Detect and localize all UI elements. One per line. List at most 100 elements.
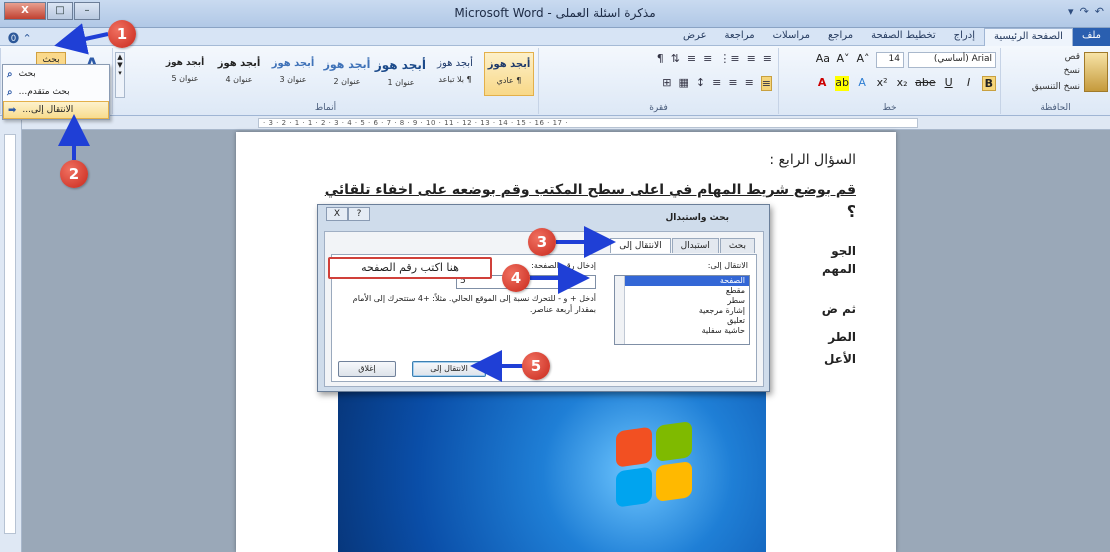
list-item[interactable]: إشارة مرجعية	[615, 306, 749, 316]
style-heading-3[interactable]: أبجد هوز عنوان 3	[268, 52, 318, 96]
tab-mailings[interactable]: مراسلات	[764, 28, 819, 46]
list-scrollbar[interactable]	[615, 276, 625, 344]
list-item[interactable]: الصفحة	[615, 276, 749, 286]
question-title: السؤال الرابع :	[769, 152, 856, 168]
list-item[interactable]: تعليق	[615, 316, 749, 326]
align-right-icon[interactable]: ≡	[760, 76, 772, 91]
clipboard-group: قص نسخ نسخ التنسيق الحافظة	[1000, 48, 1110, 114]
tab-file[interactable]: ملف	[1072, 28, 1110, 46]
style-name: ¶ بلا تباعد	[438, 75, 472, 84]
bold-button[interactable]: B	[981, 76, 996, 91]
styles-group: أبجد هوز ¶ عادي أبجد هوز ¶ بلا تباعد أبج…	[112, 48, 538, 114]
window-title: مذكرة اسئلة العملى - Microsoft Word	[454, 6, 656, 20]
show-marks-icon[interactable]: ¶	[657, 52, 664, 65]
increase-indent-icon[interactable]: ≡	[687, 52, 696, 65]
highlight-button[interactable]: ab	[835, 76, 850, 91]
dialog-close-button[interactable]: X	[326, 207, 348, 221]
text-effects-button[interactable]: A	[855, 76, 869, 91]
style-heading-5[interactable]: أبجد هوز عنوان 5	[160, 52, 210, 96]
shrink-font-icon[interactable]: A˅	[836, 52, 850, 65]
change-case-icon[interactable]: Aa	[816, 52, 830, 65]
styles-scroll[interactable]: ▲ ▼ ▾	[115, 52, 125, 98]
style-heading-1[interactable]: أبجد هوز عنوان 1	[375, 52, 426, 96]
tab-home[interactable]: الصفحة الرئيسية	[983, 28, 1073, 46]
binoculars-icon: ⌕	[7, 68, 13, 80]
undo-icon[interactable]: ↶	[1095, 5, 1104, 18]
superscript-button[interactable]: x²	[875, 76, 889, 91]
style-normal[interactable]: أبجد هوز ¶ عادي	[484, 52, 534, 96]
menu-item-goto[interactable]: ➡ الانتقال إلى...	[3, 101, 109, 119]
style-preview: أبجد هوز	[217, 58, 261, 69]
goto-button[interactable]: الانتقال إلى	[412, 361, 486, 377]
annotation-badge-2: 2	[60, 160, 88, 188]
redo-icon[interactable]: ↷	[1080, 5, 1089, 18]
text-fragment: الطر	[828, 330, 856, 344]
sort-icon[interactable]: ⇅	[671, 52, 680, 65]
font-size-select[interactable]: 14	[876, 52, 904, 68]
copy-button[interactable]: نسخ	[1064, 66, 1080, 76]
format-painter-button[interactable]: نسخ التنسيق	[1032, 82, 1080, 92]
tab-review[interactable]: مراجعة	[716, 28, 764, 46]
line-spacing-icon[interactable]: ↕	[696, 76, 705, 91]
goto-arrow-icon: ➡	[8, 104, 17, 116]
italic-button[interactable]: I	[962, 76, 976, 91]
horizontal-ruler[interactable]: · 3 · 2 · 1 · 1 · 2 · 3 · 4 · 5 · 6 · 7 …	[258, 118, 918, 128]
ribbon: قص نسخ نسخ التنسيق الحافظة Arial (أساسي)…	[0, 46, 1110, 116]
numbering-icon[interactable]: ≡	[747, 52, 756, 65]
paragraph-group-label: فقرة	[649, 103, 668, 113]
font-color-button[interactable]: A	[815, 76, 829, 91]
font-group-label: خط	[882, 103, 897, 113]
borders-icon[interactable]: ⊞	[662, 76, 671, 91]
menu-item-label: بحث متقدم...	[18, 87, 70, 97]
style-name: عنوان 1	[387, 78, 415, 87]
align-left-icon[interactable]: ≡	[728, 76, 737, 91]
goto-what-list[interactable]: الصفحة مقطع سطر إشارة مرجعية تعليق حاشية…	[614, 275, 750, 345]
list-item[interactable]: مقطع	[615, 286, 749, 296]
subscript-button[interactable]: x₂	[895, 76, 909, 91]
tab-references[interactable]: مراجع	[819, 28, 862, 46]
bullets-icon[interactable]: ≡	[763, 52, 772, 65]
justify-icon[interactable]: ≡	[712, 76, 721, 91]
tab-page-layout[interactable]: تخطيط الصفحة	[862, 28, 945, 46]
qat-menu-icon[interactable]: ▾	[1068, 5, 1074, 18]
tab-find[interactable]: بحث	[719, 238, 755, 253]
windows-logo	[616, 420, 696, 511]
close-button[interactable]: إغلاق	[338, 361, 396, 377]
help-icon[interactable]: ⓿ ⌃	[8, 30, 32, 46]
tab-view[interactable]: عرض	[674, 28, 716, 46]
style-heading-4[interactable]: أبجد هوز عنوان 4	[214, 52, 264, 96]
list-item[interactable]: سطر	[615, 296, 749, 306]
goto-what-label: الانتقال إلى:	[707, 261, 748, 270]
underline-button[interactable]: U	[942, 76, 956, 91]
cut-button[interactable]: قص	[1065, 52, 1080, 62]
shading-icon[interactable]: ▦	[679, 76, 689, 91]
list-item[interactable]: حاشية سفلية	[615, 326, 749, 336]
paste-button[interactable]	[1084, 52, 1108, 92]
font-group: Arial (أساسي) 14 A˄ A˅ Aa B I U abe x₂ x…	[778, 48, 1000, 114]
menu-item-advanced-find[interactable]: ⌕ بحث متقدم...	[3, 83, 109, 101]
style-no-spacing[interactable]: أبجد هوز ¶ بلا تباعد	[430, 52, 480, 96]
text-fragment: المهم	[822, 262, 856, 276]
menu-item-label: الانتقال إلى...	[22, 105, 74, 115]
font-name-select[interactable]: Arial (أساسي)	[908, 52, 996, 68]
style-heading-2[interactable]: أبجد هوز عنوان 2	[322, 52, 372, 96]
style-name: عنوان 2	[333, 77, 361, 86]
grow-font-icon[interactable]: A˄	[856, 52, 870, 65]
tab-insert[interactable]: إدراج	[945, 28, 984, 46]
decrease-indent-icon[interactable]: ≡	[703, 52, 712, 65]
vertical-ruler	[4, 134, 16, 534]
center-icon[interactable]: ≡	[745, 76, 754, 91]
dialog-help-button[interactable]: ?	[348, 207, 370, 221]
dialog-title: بحث واستبدال	[665, 213, 730, 223]
tab-replace[interactable]: استبدال	[671, 238, 719, 253]
strikethrough-button[interactable]: abe	[915, 76, 936, 91]
style-name: عنوان 4	[225, 75, 253, 84]
styles-group-label: أنماط	[314, 103, 337, 113]
ribbon-tabs-row: ⓿ ⌃ ملف الصفحة الرئيسية إدراج تخطيط الصف…	[0, 28, 1110, 46]
style-preview: أبجد هوز	[487, 59, 531, 70]
tab-goto[interactable]: الانتقال إلى	[610, 238, 671, 253]
paragraph-row-1: ≡ ≡ ⋮≡ ≡ ≡ ⇅ ¶	[657, 52, 772, 65]
annotation-badge-5: 5	[522, 352, 550, 380]
multilevel-icon[interactable]: ⋮≡	[719, 52, 739, 65]
menu-item-find[interactable]: ⌕ بحث	[3, 65, 109, 83]
